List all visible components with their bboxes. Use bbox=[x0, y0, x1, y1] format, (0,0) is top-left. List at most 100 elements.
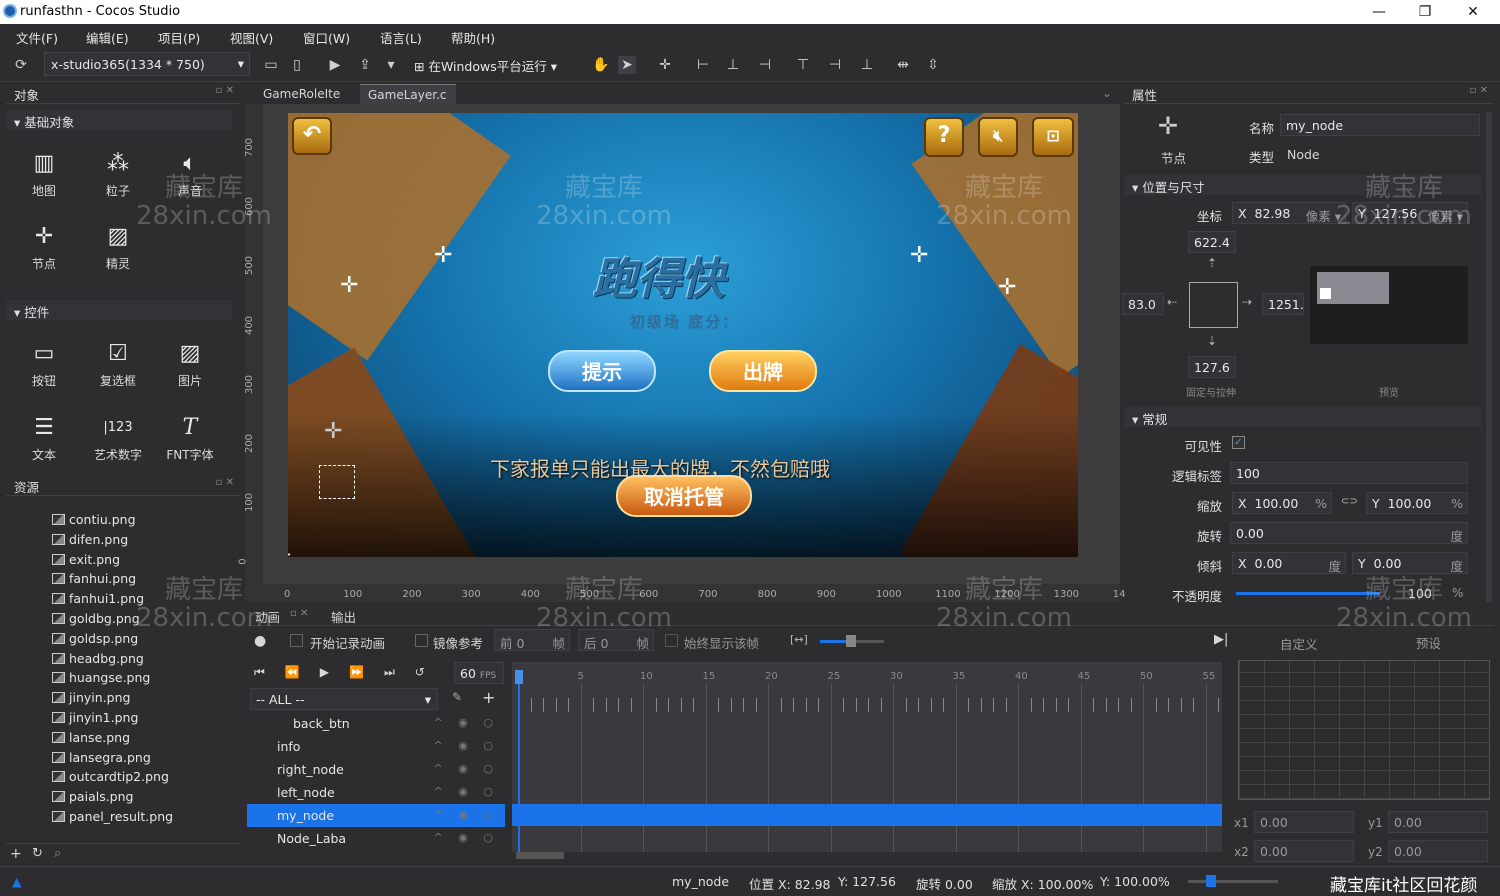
tool-sprite[interactable]: ▨ 精灵 bbox=[88, 219, 148, 272]
menu-project[interactable]: 项目(P) bbox=[158, 28, 200, 47]
pointer-icon[interactable]: ➤ bbox=[618, 56, 636, 74]
tab-gameroleitem[interactable]: GameRoleIte ✕ bbox=[255, 84, 348, 115]
playhead[interactable] bbox=[518, 684, 520, 852]
maximize-button[interactable]: ❐ bbox=[1402, 0, 1448, 24]
prev-frame-icon[interactable]: ⏪ bbox=[285, 665, 320, 679]
row-visibility-lock-icons[interactable]: ^ ◉ ○ bbox=[434, 762, 499, 775]
selected-track[interactable] bbox=[512, 804, 1222, 826]
skew-x-input[interactable]: X 0.00 度 bbox=[1232, 552, 1346, 574]
playhead-handle[interactable] bbox=[515, 670, 523, 684]
robot-button[interactable]: ⊡ bbox=[1032, 117, 1074, 157]
align-vcenter-icon[interactable]: ⊣ bbox=[826, 56, 844, 74]
resource-file[interactable]: goldbg.png bbox=[52, 611, 140, 630]
resource-file[interactable]: fanhui1.png bbox=[52, 591, 144, 610]
y1-input[interactable]: 0.00 bbox=[1388, 811, 1488, 833]
tab-output[interactable]: 输出 bbox=[331, 607, 356, 626]
position-size-section[interactable]: ▾ 位置与尺寸 bbox=[1124, 175, 1482, 195]
status-zoom-slider[interactable] bbox=[1188, 875, 1278, 887]
panel-controls-icon[interactable]: ▫ ✕ bbox=[1470, 85, 1488, 96]
close-button[interactable]: ✕ bbox=[1450, 0, 1496, 24]
resolution-select[interactable]: x-studio365(1334 * 750) ▾ bbox=[44, 52, 250, 76]
last-frame-icon[interactable]: ⏭ bbox=[384, 665, 415, 679]
zoom-slider-thumb[interactable] bbox=[846, 635, 856, 647]
align-left-icon[interactable]: ⊢ bbox=[694, 56, 712, 74]
row-visibility-lock-icons[interactable]: ^ ◉ ○ bbox=[434, 739, 499, 752]
timeline-node-row[interactable]: right_node ^ ◉ ○ bbox=[247, 758, 505, 781]
play-preview-icon[interactable]: ▶| bbox=[1214, 632, 1228, 647]
resource-file[interactable]: jinyin.png bbox=[52, 690, 130, 709]
add-icon[interactable]: + bbox=[482, 688, 495, 707]
mute-button[interactable]: 🔇︎ bbox=[978, 117, 1018, 157]
resource-file[interactable]: lansegra.png bbox=[52, 750, 151, 769]
general-section[interactable]: ▾ 常规 bbox=[1124, 407, 1482, 427]
tool-particle[interactable]: ⁂ 粒子 bbox=[88, 146, 148, 199]
align-right-icon[interactable]: ⊣ bbox=[756, 56, 774, 74]
panel-controls-icon[interactable]: ▫ ✕ bbox=[290, 608, 308, 619]
row-visibility-lock-icons[interactable]: ^ ◉ ○ bbox=[434, 831, 499, 844]
cancel-autoplay-button[interactable]: 取消托管 bbox=[616, 475, 752, 517]
align-hcenter-icon[interactable]: ⊥ bbox=[724, 56, 742, 74]
tool-button[interactable]: ▭ 按钮 bbox=[14, 336, 74, 389]
game-scene[interactable]: ↶ ? 🔇︎ ⊡ 跑得快 初级场 底分： 提示 出牌 下家报单只能出最大的牌，不… bbox=[288, 113, 1078, 557]
tool-fnt[interactable]: T FNT字体 bbox=[160, 410, 220, 463]
center-icon[interactable]: ✛ bbox=[656, 56, 674, 74]
resource-file[interactable]: fanhui.png bbox=[52, 571, 136, 590]
anchor-left-icon[interactable]: ⇠ bbox=[1167, 295, 1177, 309]
x1-input[interactable]: 0.00 bbox=[1254, 811, 1354, 833]
tool-map[interactable]: ▥ 地图 bbox=[14, 146, 74, 199]
scale-y-input[interactable]: Y 100.00% bbox=[1366, 492, 1468, 514]
my-node-selection-box[interactable] bbox=[319, 465, 355, 499]
panel-controls-icon[interactable]: ▫ ✕ bbox=[216, 85, 234, 96]
prev-frame-input[interactable]: 前 0 帧 bbox=[494, 629, 570, 651]
loop-icon[interactable]: ↺ bbox=[415, 665, 445, 679]
edit-icon[interactable]: ✎ bbox=[452, 690, 462, 704]
next-frame-input[interactable]: 后 0 帧 bbox=[578, 629, 654, 651]
margin-left-input[interactable]: 83.0 bbox=[1122, 293, 1164, 315]
hand-icon[interactable]: ✋ bbox=[592, 56, 610, 74]
distribute-v-icon[interactable]: ⇳ bbox=[924, 56, 942, 74]
portrait-icon[interactable]: ▯ bbox=[288, 56, 306, 74]
resource-file[interactable]: huangse.png bbox=[52, 670, 150, 689]
scale-x-input[interactable]: X 100.00% bbox=[1232, 492, 1332, 514]
anchor-box[interactable] bbox=[1189, 282, 1238, 328]
tag-input[interactable]: 100 bbox=[1230, 462, 1468, 484]
tab-gamelayer[interactable]: GameLayer.c ✕ bbox=[360, 84, 456, 116]
node-handle-icon[interactable]: ✛ bbox=[340, 275, 358, 297]
timeline-v-scrollbar[interactable] bbox=[1222, 712, 1230, 846]
timeline-node-row[interactable]: back_btn ^ ◉ ○ bbox=[247, 712, 505, 735]
export-dropdown-icon[interactable]: ▾ bbox=[382, 56, 400, 74]
menu-language[interactable]: 语言(L) bbox=[380, 28, 422, 47]
status-zoom-thumb[interactable] bbox=[1206, 875, 1216, 887]
node-filter-select[interactable]: -- ALL -- ▾ bbox=[250, 688, 438, 710]
add-icon[interactable]: + bbox=[10, 846, 22, 862]
pos-y-input[interactable]: Y 127.56 像素 ▾ bbox=[1352, 202, 1468, 224]
fps-input[interactable]: 60 FPS bbox=[454, 662, 504, 684]
landscape-icon[interactable]: ▭ bbox=[262, 56, 280, 74]
rotate-input[interactable]: 0.00 度 bbox=[1230, 522, 1468, 544]
align-top-icon[interactable]: ⊤ bbox=[794, 56, 812, 74]
timeline-node-row[interactable]: left_node ^ ◉ ○ bbox=[247, 781, 505, 804]
resource-file[interactable]: paials.png bbox=[52, 789, 133, 808]
tool-node[interactable]: ✛ 节点 bbox=[14, 219, 74, 272]
anchor-bottom-icon[interactable]: ⇣ bbox=[1207, 334, 1217, 348]
bezier-curve-editor[interactable] bbox=[1238, 660, 1490, 800]
menu-view[interactable]: 视图(V) bbox=[230, 28, 273, 47]
search-icon[interactable]: ⌕ bbox=[54, 846, 61, 861]
row-visibility-lock-icons[interactable]: ^ ◉ ○ bbox=[434, 785, 499, 798]
margin-bottom-input[interactable]: 127.6 bbox=[1188, 356, 1236, 378]
mirror-checkbox[interactable] bbox=[415, 634, 428, 647]
controls-section[interactable]: ▾ 控件 bbox=[6, 300, 232, 320]
timeline-h-scrollbar[interactable] bbox=[516, 852, 564, 859]
next-frame-icon[interactable]: ⏩ bbox=[349, 665, 384, 679]
resource-file[interactable]: panel_result.png bbox=[52, 809, 173, 828]
tool-atlas-label[interactable]: |123 艺术数字 bbox=[88, 410, 148, 463]
tab-animation[interactable]: 动画 bbox=[255, 607, 280, 626]
fit-icon[interactable]: [↔] bbox=[790, 633, 808, 646]
publish-icon[interactable]: ⟳ bbox=[12, 56, 30, 74]
menu-window[interactable]: 窗口(W) bbox=[303, 28, 350, 47]
anchor-top-icon[interactable]: ⇡ bbox=[1207, 256, 1217, 270]
anchor-right-icon[interactable]: ⇢ bbox=[1242, 295, 1252, 309]
tab-custom-curve[interactable]: 自定义 bbox=[1280, 634, 1318, 653]
resource-file[interactable]: contiu.png bbox=[52, 512, 136, 531]
resource-file[interactable]: difen.png bbox=[52, 532, 128, 551]
